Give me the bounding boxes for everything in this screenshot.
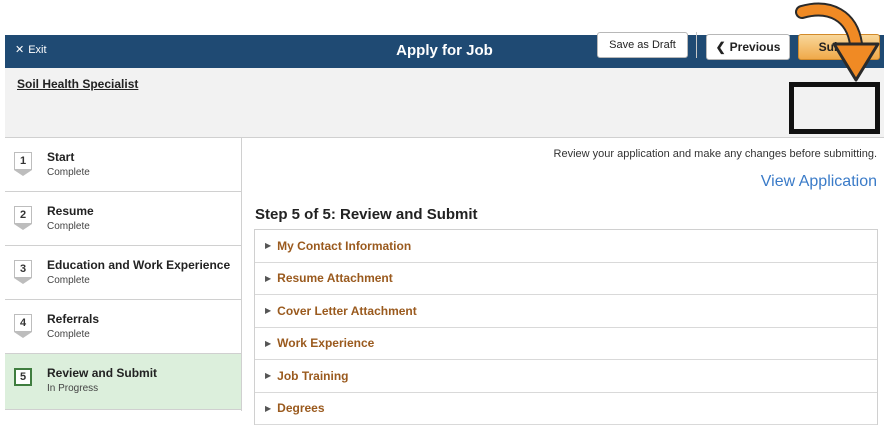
main-content: Review your application and make any cha… <box>242 138 884 411</box>
section-label: My Contact Information <box>277 239 411 253</box>
previous-label: Previous <box>730 40 781 54</box>
step-status: Complete <box>47 329 90 340</box>
step-number: 5 <box>14 368 32 386</box>
view-application-link[interactable]: View Application <box>761 173 877 191</box>
step-number: 1 <box>14 152 32 170</box>
step-status: Complete <box>47 221 90 232</box>
step-name: Start <box>47 150 74 164</box>
section-cover-letter-attachment[interactable]: ▶ Cover Letter Attachment <box>255 295 877 328</box>
section-work-experience[interactable]: ▶ Work Experience <box>255 328 877 361</box>
expand-triangle-icon: ▶ <box>265 274 271 283</box>
expand-triangle-icon: ▶ <box>265 306 271 315</box>
step-status: Complete <box>47 167 90 178</box>
section-label: Degrees <box>277 401 324 415</box>
toolbar-divider <box>696 32 697 58</box>
section-label: Work Experience <box>277 336 374 350</box>
section-contact-information[interactable]: ▶ My Contact Information <box>255 230 877 263</box>
step-start[interactable]: 1 Start Complete <box>5 138 241 192</box>
section-label: Cover Letter Attachment <box>277 304 417 318</box>
step-number: 3 <box>14 260 32 278</box>
step-name: Referrals <box>47 312 99 326</box>
step-name: Education and Work Experience <box>47 258 230 272</box>
section-job-training[interactable]: ▶ Job Training <box>255 360 877 393</box>
section-degrees[interactable]: ▶ Degrees <box>255 393 877 425</box>
section-resume-attachment[interactable]: ▶ Resume Attachment <box>255 263 877 296</box>
step-name: Review and Submit <box>47 366 157 380</box>
expand-triangle-icon: ▶ <box>265 241 271 250</box>
steps-sidebar: 1 Start Complete 2 Resume Complete 3 Edu… <box>5 138 242 411</box>
step-number: 4 <box>14 314 32 332</box>
step-number: 2 <box>14 206 32 224</box>
review-sections: ▶ My Contact Information ▶ Resume Attach… <box>254 229 878 425</box>
step-review-submit[interactable]: 5 Review and Submit In Progress <box>5 354 241 410</box>
chevron-left-icon: ❮ <box>716 40 726 54</box>
step-name: Resume <box>47 204 94 218</box>
step-status: In Progress <box>47 383 98 394</box>
job-title: Soil Health Specialist <box>17 77 138 91</box>
expand-triangle-icon: ▶ <box>265 404 271 413</box>
previous-button[interactable]: ❮ Previous <box>706 34 790 60</box>
expand-triangle-icon: ▶ <box>265 339 271 348</box>
job-header: Soil Health Specialist <box>5 68 884 138</box>
review-instructions: Review your application and make any cha… <box>554 148 877 160</box>
step-education-work-experience[interactable]: 3 Education and Work Experience Complete <box>5 246 241 300</box>
section-label: Job Training <box>277 369 348 383</box>
expand-triangle-icon: ▶ <box>265 371 271 380</box>
section-label: Resume Attachment <box>277 271 393 285</box>
save-as-draft-button[interactable]: Save as Draft <box>597 32 688 58</box>
submit-button[interactable]: Submit <box>798 34 880 60</box>
step-referrals[interactable]: 4 Referrals Complete <box>5 300 241 354</box>
step-status: Complete <box>47 275 90 286</box>
step-resume[interactable]: 2 Resume Complete <box>5 192 241 246</box>
step-heading: Step 5 of 5: Review and Submit <box>255 206 478 223</box>
